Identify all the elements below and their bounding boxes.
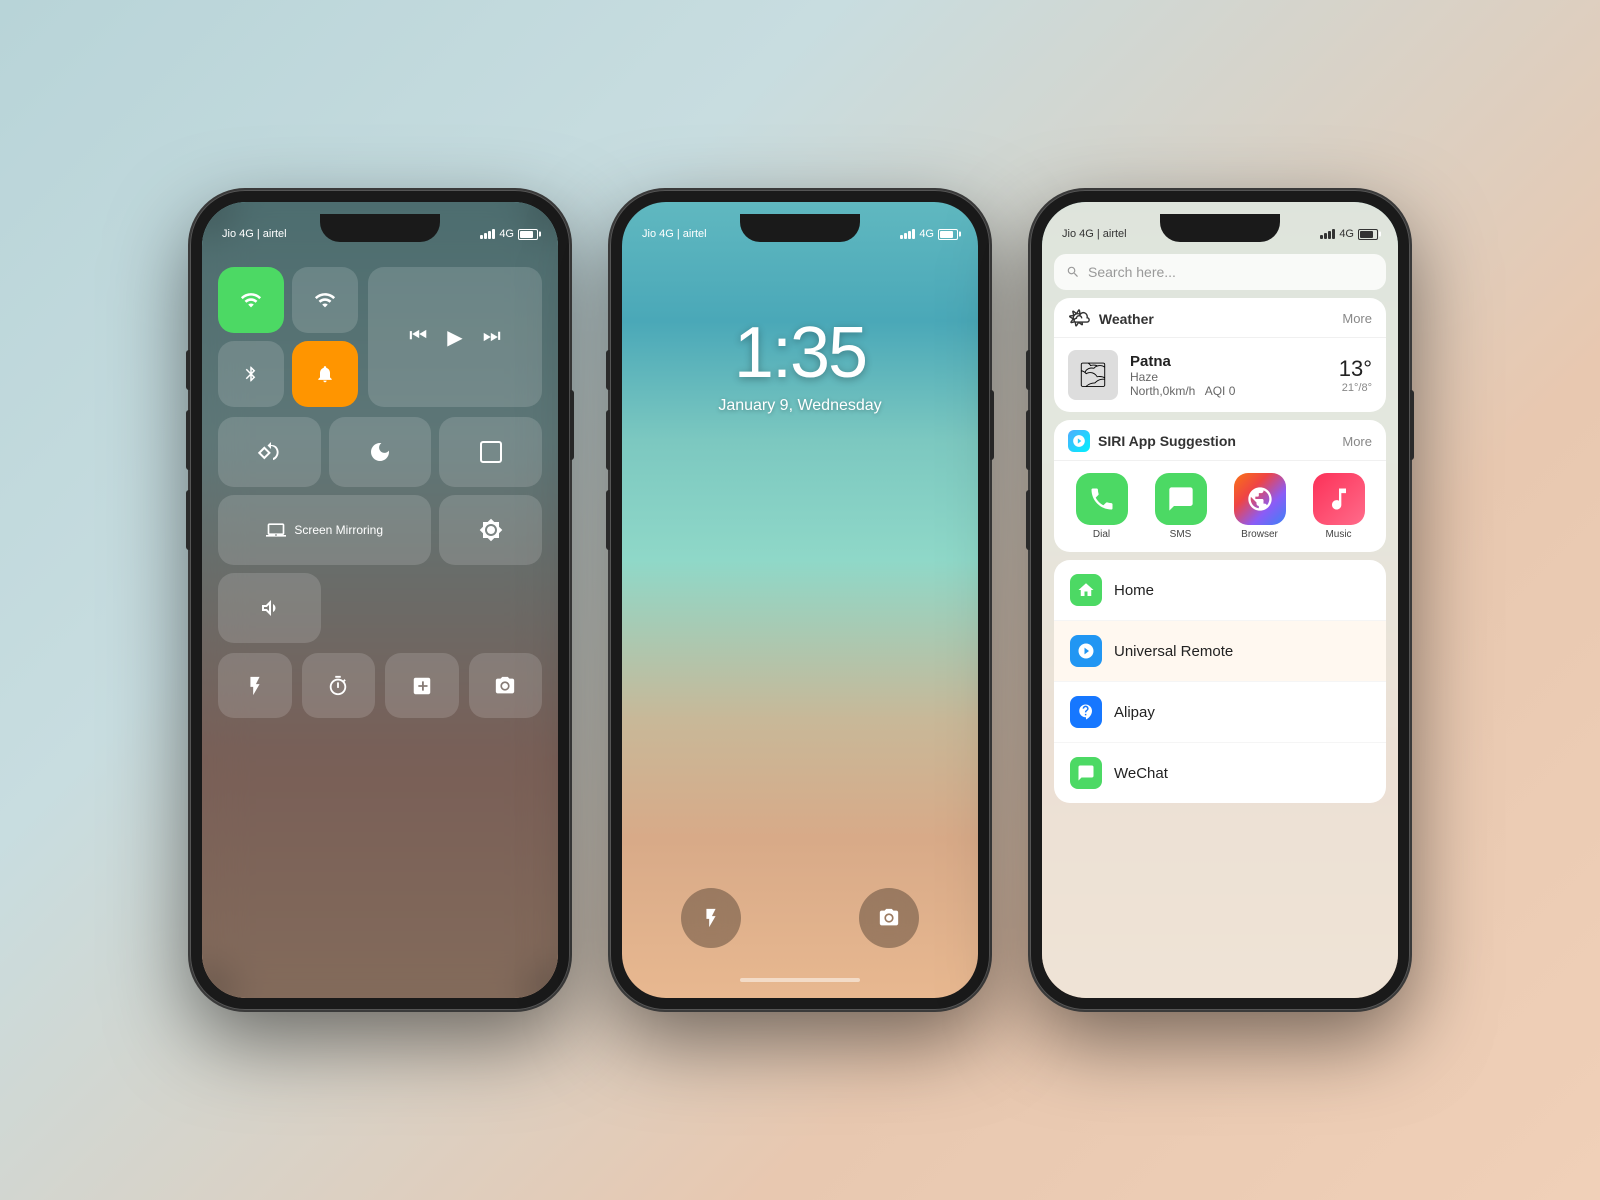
weather-details: Patna Haze North,0km/h AQI 0 (1130, 353, 1327, 398)
battery-2 (938, 229, 958, 240)
lockscreen-camera-button[interactable] (859, 888, 919, 948)
weather-wind: North,0km/h AQI 0 (1130, 384, 1327, 398)
bluetooth-button[interactable] (218, 341, 284, 407)
carrier-3: Jio 4G | airtel (1062, 228, 1127, 240)
battery-3 (1358, 229, 1378, 240)
weather-title: Weather (1099, 311, 1154, 327)
siri-app-icons: Dial SMS (1054, 461, 1386, 552)
cc-top-row: ⏮ ▶ ⏭ (218, 267, 542, 407)
app-browser[interactable]: Browser (1234, 473, 1286, 540)
app-dial-label: Dial (1093, 529, 1110, 540)
cc-connectivity-grid (218, 267, 358, 407)
weather-range: 21°/8° (1339, 382, 1372, 394)
siri-header: SIRI App Suggestion More (1054, 420, 1386, 461)
volume-button[interactable] (218, 573, 321, 643)
network-3: 4G (1339, 228, 1354, 240)
carrier-1: Jio 4G | airtel (222, 228, 287, 240)
alipay-icon (1070, 696, 1102, 728)
weather-condition: Haze (1130, 370, 1327, 384)
list-item-wechat[interactable]: WeChat (1054, 743, 1386, 803)
signal-3 (1320, 229, 1335, 239)
carrier-2: Jio 4G | airtel (642, 228, 707, 240)
screen-mirroring-label: Screen Mirroring (294, 523, 383, 537)
weather-city: Patna (1130, 353, 1327, 370)
rotation-lock-button[interactable] (218, 417, 321, 487)
app-browser-label: Browser (1241, 529, 1278, 540)
home-label: Home (1114, 582, 1154, 599)
weather-more[interactable]: More (1342, 311, 1372, 326)
lock-screen-date: January 9, Wednesday (622, 397, 978, 415)
wechat-label: WeChat (1114, 765, 1168, 782)
app-dial[interactable]: Dial (1076, 473, 1128, 540)
signal-2 (900, 229, 915, 239)
siri-more[interactable]: More (1342, 434, 1372, 449)
universal-remote-label: Universal Remote (1114, 643, 1233, 660)
brightness-button[interactable] (439, 495, 542, 565)
network-1: 4G (499, 228, 514, 240)
notch-2 (740, 214, 860, 242)
phone-1: Jio 4G | airtel 4G (190, 190, 570, 1010)
list-item-universal-remote[interactable]: Universal Remote (1054, 621, 1386, 682)
next-button[interactable]: ⏭ (483, 325, 501, 350)
prev-button[interactable]: ⏮ (409, 325, 427, 350)
app-sms-label: SMS (1170, 529, 1192, 540)
wechat-icon (1070, 757, 1102, 789)
phone-2: Jio 4G | airtel 4G 1:35 Janua (610, 190, 990, 1010)
alipay-label: Alipay (1114, 704, 1155, 721)
siri-title: SIRI App Suggestion (1098, 433, 1236, 449)
dark-mode-button[interactable] (439, 417, 542, 487)
list-item-alipay[interactable]: Alipay (1054, 682, 1386, 743)
do-not-disturb-button[interactable] (329, 417, 432, 487)
lock-screen-time: 1:35 (622, 312, 978, 394)
search-bar[interactable]: Search here... (1054, 254, 1386, 290)
home-icon (1070, 574, 1102, 606)
app-sms[interactable]: SMS (1155, 473, 1207, 540)
weather-temp: 13° (1339, 356, 1372, 382)
calculator-button[interactable] (385, 653, 459, 718)
list-item-home[interactable]: Home (1054, 560, 1386, 621)
music-controls: ⏮ ▶ ⏭ (368, 267, 542, 407)
cc-quick-actions (218, 653, 542, 718)
control-center: ⏮ ▶ ⏭ (202, 257, 558, 728)
play-button[interactable]: ▶ (447, 325, 462, 350)
cellular-button[interactable] (218, 267, 284, 333)
app-music[interactable]: Music (1313, 473, 1365, 540)
wifi-button[interactable] (292, 267, 358, 333)
cc-second-row: Screen Mirroring (218, 417, 542, 643)
weather-header: 🌤 Weather More (1054, 298, 1386, 338)
siri-widget: SIRI App Suggestion More Dial (1054, 420, 1386, 552)
notch-1 (320, 214, 440, 242)
app-music-label: Music (1325, 529, 1351, 540)
timer-button[interactable] (302, 653, 376, 718)
weather-icon: 🌫 (1068, 350, 1118, 400)
signal-1 (480, 229, 495, 239)
flashlight-button[interactable] (218, 653, 292, 718)
universal-remote-icon (1070, 635, 1102, 667)
lockscreen-flashlight-button[interactable] (681, 888, 741, 948)
notch-3 (1160, 214, 1280, 242)
search-placeholder: Search here... (1088, 264, 1176, 280)
today-view-content: Search here... 🌤 Weather More 🌫 (1042, 246, 1398, 998)
weather-widget: 🌤 Weather More 🌫 Patna Haze North,0km/h (1054, 298, 1386, 412)
lockscreen-bottom-controls (622, 888, 978, 948)
home-bar-2 (740, 978, 860, 982)
battery-1 (518, 229, 538, 240)
screen-mirroring-button[interactable]: Screen Mirroring (218, 495, 431, 565)
camera-button[interactable] (469, 653, 543, 718)
siri-suggestions-list: Home Universal Remote Alipay (1054, 560, 1386, 803)
phone-3: Jio 4G | airtel 4G (1030, 190, 1410, 1010)
network-2: 4G (919, 228, 934, 240)
weather-content: 🌫 Patna Haze North,0km/h AQI 0 13° 21°/8 (1054, 338, 1386, 412)
notification-button[interactable] (292, 341, 358, 407)
